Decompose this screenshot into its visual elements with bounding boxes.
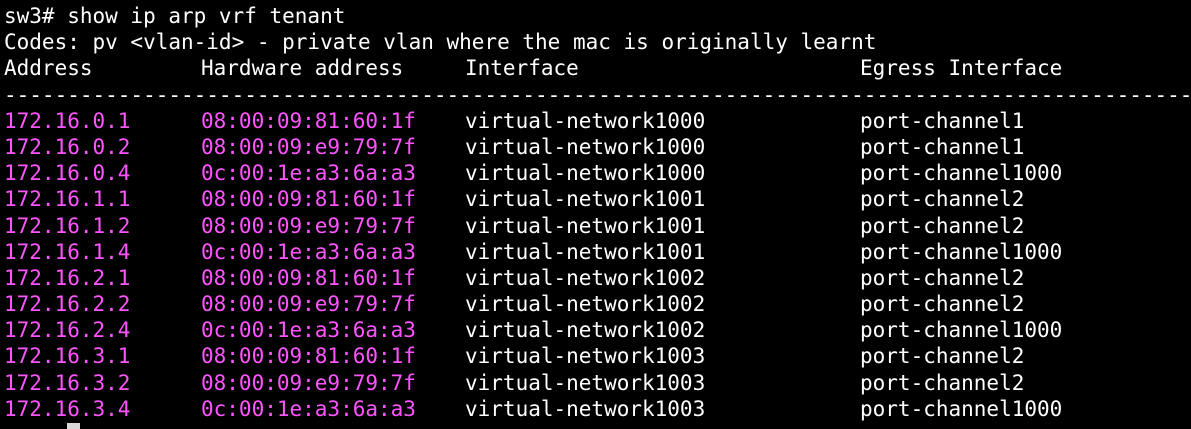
cell-hardware-address: 0c:00:1e:a3:6a:a3 [201,318,416,343]
arp-table-row: 172.16.0.1 08:00:09:81:60:1f virtual-netwo… [4,108,1191,134]
codes-legend-line: Codes: pv <vlan-id> - private vlan where… [4,30,877,55]
cell-address: 172.16.1.1 [4,187,131,212]
cell-egress-interface: port-channel2 [860,187,1025,212]
terminal-output: sw3# show ip arp vrf tenant Codes: pv <v… [4,3,1191,429]
cell-egress-interface: port-channel2 [860,370,1025,395]
arp-table-row: 172.16.2.4 0c:00:1e:a3:6a:a3 virtual-netwo… [4,317,1191,343]
cell-interface: virtual-network1002 [465,318,706,343]
cell-address: 172.16.3.1 [4,344,131,369]
cell-hardware-address: 0c:00:1e:a3:6a:a3 [201,239,416,264]
cell-egress-interface: port-channel1000 [860,318,1063,343]
cell-egress-interface: port-channel1 [860,134,1025,159]
cell-egress-interface: port-channel1000 [860,239,1063,264]
terminal-cursor [67,423,80,429]
cell-hardware-address: 08:00:09:e9:79:7f [201,292,416,317]
cell-hardware-address: 0c:00:1e:a3:6a:a3 [201,396,416,421]
header-hardware-address: Hardware address [201,56,404,81]
header-address: Address [4,56,93,81]
cell-address: 172.16.3.2 [4,370,131,395]
cell-egress-interface: port-channel1 [860,108,1025,133]
cell-hardware-address: 08:00:09:e9:79:7f [201,370,416,395]
cell-egress-interface: port-channel2 [860,292,1025,317]
cell-egress-interface: port-channel1000 [860,396,1063,421]
cell-hardware-address: 08:00:09:81:60:1f [201,187,416,212]
cell-address: 172.16.2.1 [4,265,131,290]
cell-hardware-address: 0c:00:1e:a3:6a:a3 [201,161,416,186]
arp-table-row: 172.16.3.1 08:00:09:81:60:1f virtual-netwo… [4,343,1191,369]
cell-interface: virtual-network1000 [465,161,706,186]
command-prompt-line: sw3# show ip arp vrf tenant [4,4,346,28]
header-separator: ----------------------------------------… [4,82,1191,107]
arp-table-row: 172.16.1.2 08:00:09:e9:79:7f virtual-netwo… [4,213,1191,239]
cell-interface: virtual-network1001 [465,187,706,212]
cell-egress-interface: port-channel2 [860,213,1025,238]
cell-hardware-address: 08:00:09:e9:79:7f [201,213,416,238]
cell-interface: virtual-network1001 [465,213,706,238]
cell-interface: virtual-network1000 [465,108,706,133]
cell-interface: virtual-network1002 [465,292,706,317]
arp-table-row: 172.16.2.1 08:00:09:81:60:1f virtual-netwo… [4,265,1191,291]
cell-egress-interface: port-channel1000 [860,161,1063,186]
cell-address: 172.16.0.1 [4,108,131,133]
cell-address: 172.16.1.2 [4,213,131,238]
cell-interface: virtual-network1003 [465,344,706,369]
cell-interface: virtual-network1003 [465,370,706,395]
cell-egress-interface: port-channel2 [860,265,1025,290]
cell-address: 172.16.1.4 [4,239,131,264]
arp-table-row: 172.16.1.1 08:00:09:81:60:1f virtual-netwo… [4,186,1191,212]
cell-address: 172.16.0.2 [4,134,131,159]
table-header-row: Address Hardware address Interface Egres… [4,55,1191,81]
arp-table-body: 172.16.0.1 08:00:09:81:60:1f virtual-netwo… [4,108,1191,422]
cell-interface: virtual-network1003 [465,396,706,421]
arp-table-row: 172.16.0.4 0c:00:1e:a3:6a:a3 virtual-netwo… [4,160,1191,186]
cell-interface: virtual-network1001 [465,239,706,264]
arp-table-row: 172.16.3.4 0c:00:1e:a3:6a:a3 virtual-netwo… [4,396,1191,422]
cell-hardware-address: 08:00:09:81:60:1f [201,108,416,133]
header-egress-interface: Egress Interface [860,56,1063,81]
terminal-window[interactable]: { "prompt_line": "sw3# show ip arp vrf t… [0,0,1191,429]
cell-interface: virtual-network1002 [465,265,706,290]
cell-hardware-address: 08:00:09:81:60:1f [201,265,416,290]
arp-table-row: 172.16.2.2 08:00:09:e9:79:7f virtual-netwo… [4,291,1191,317]
cell-egress-interface: port-channel2 [860,344,1025,369]
cell-hardware-address: 08:00:09:e9:79:7f [201,134,416,159]
cell-address: 172.16.0.4 [4,161,131,186]
header-interface: Interface [465,56,579,81]
arp-table-row: 172.16.1.4 0c:00:1e:a3:6a:a3 virtual-netwo… [4,239,1191,265]
cell-address: 172.16.2.4 [4,318,131,343]
cell-hardware-address: 08:00:09:81:60:1f [201,344,416,369]
cell-address: 172.16.2.2 [4,292,131,317]
arp-table-row: 172.16.0.2 08:00:09:e9:79:7f virtual-netwo… [4,134,1191,160]
cell-address: 172.16.3.4 [4,396,131,421]
cell-interface: virtual-network1000 [465,134,706,159]
arp-table-row: 172.16.3.2 08:00:09:e9:79:7f virtual-netwo… [4,370,1191,396]
